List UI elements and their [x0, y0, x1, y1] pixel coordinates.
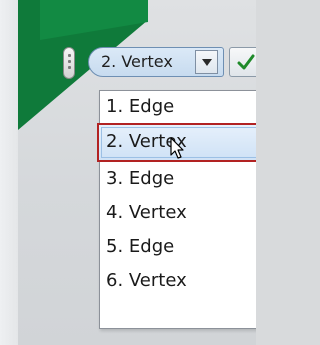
checkmark-icon — [237, 54, 255, 70]
dropdown-option-1[interactable]: 1. Edge — [106, 96, 174, 118]
confirm-button[interactable] — [229, 47, 256, 77]
dropdown-option-6[interactable]: 6. Vertex — [106, 270, 187, 292]
mouse-cursor-icon — [170, 137, 184, 159]
dropdown-option-3[interactable]: 3. Edge — [106, 168, 174, 190]
combobox-value: 2. Vertex — [101, 52, 173, 71]
dropdown-option-4[interactable]: 4. Vertex — [106, 202, 187, 224]
chevron-down-icon — [202, 59, 212, 66]
grip-handle-icon[interactable] — [63, 47, 75, 79]
dropdown-option-5[interactable]: 5. Edge — [106, 236, 174, 258]
viewport: 2. Vertex 1. Edge 2. Vertex 3. Edge 4. V… — [0, 0, 256, 345]
dropdown-toggle-button[interactable] — [195, 50, 218, 74]
